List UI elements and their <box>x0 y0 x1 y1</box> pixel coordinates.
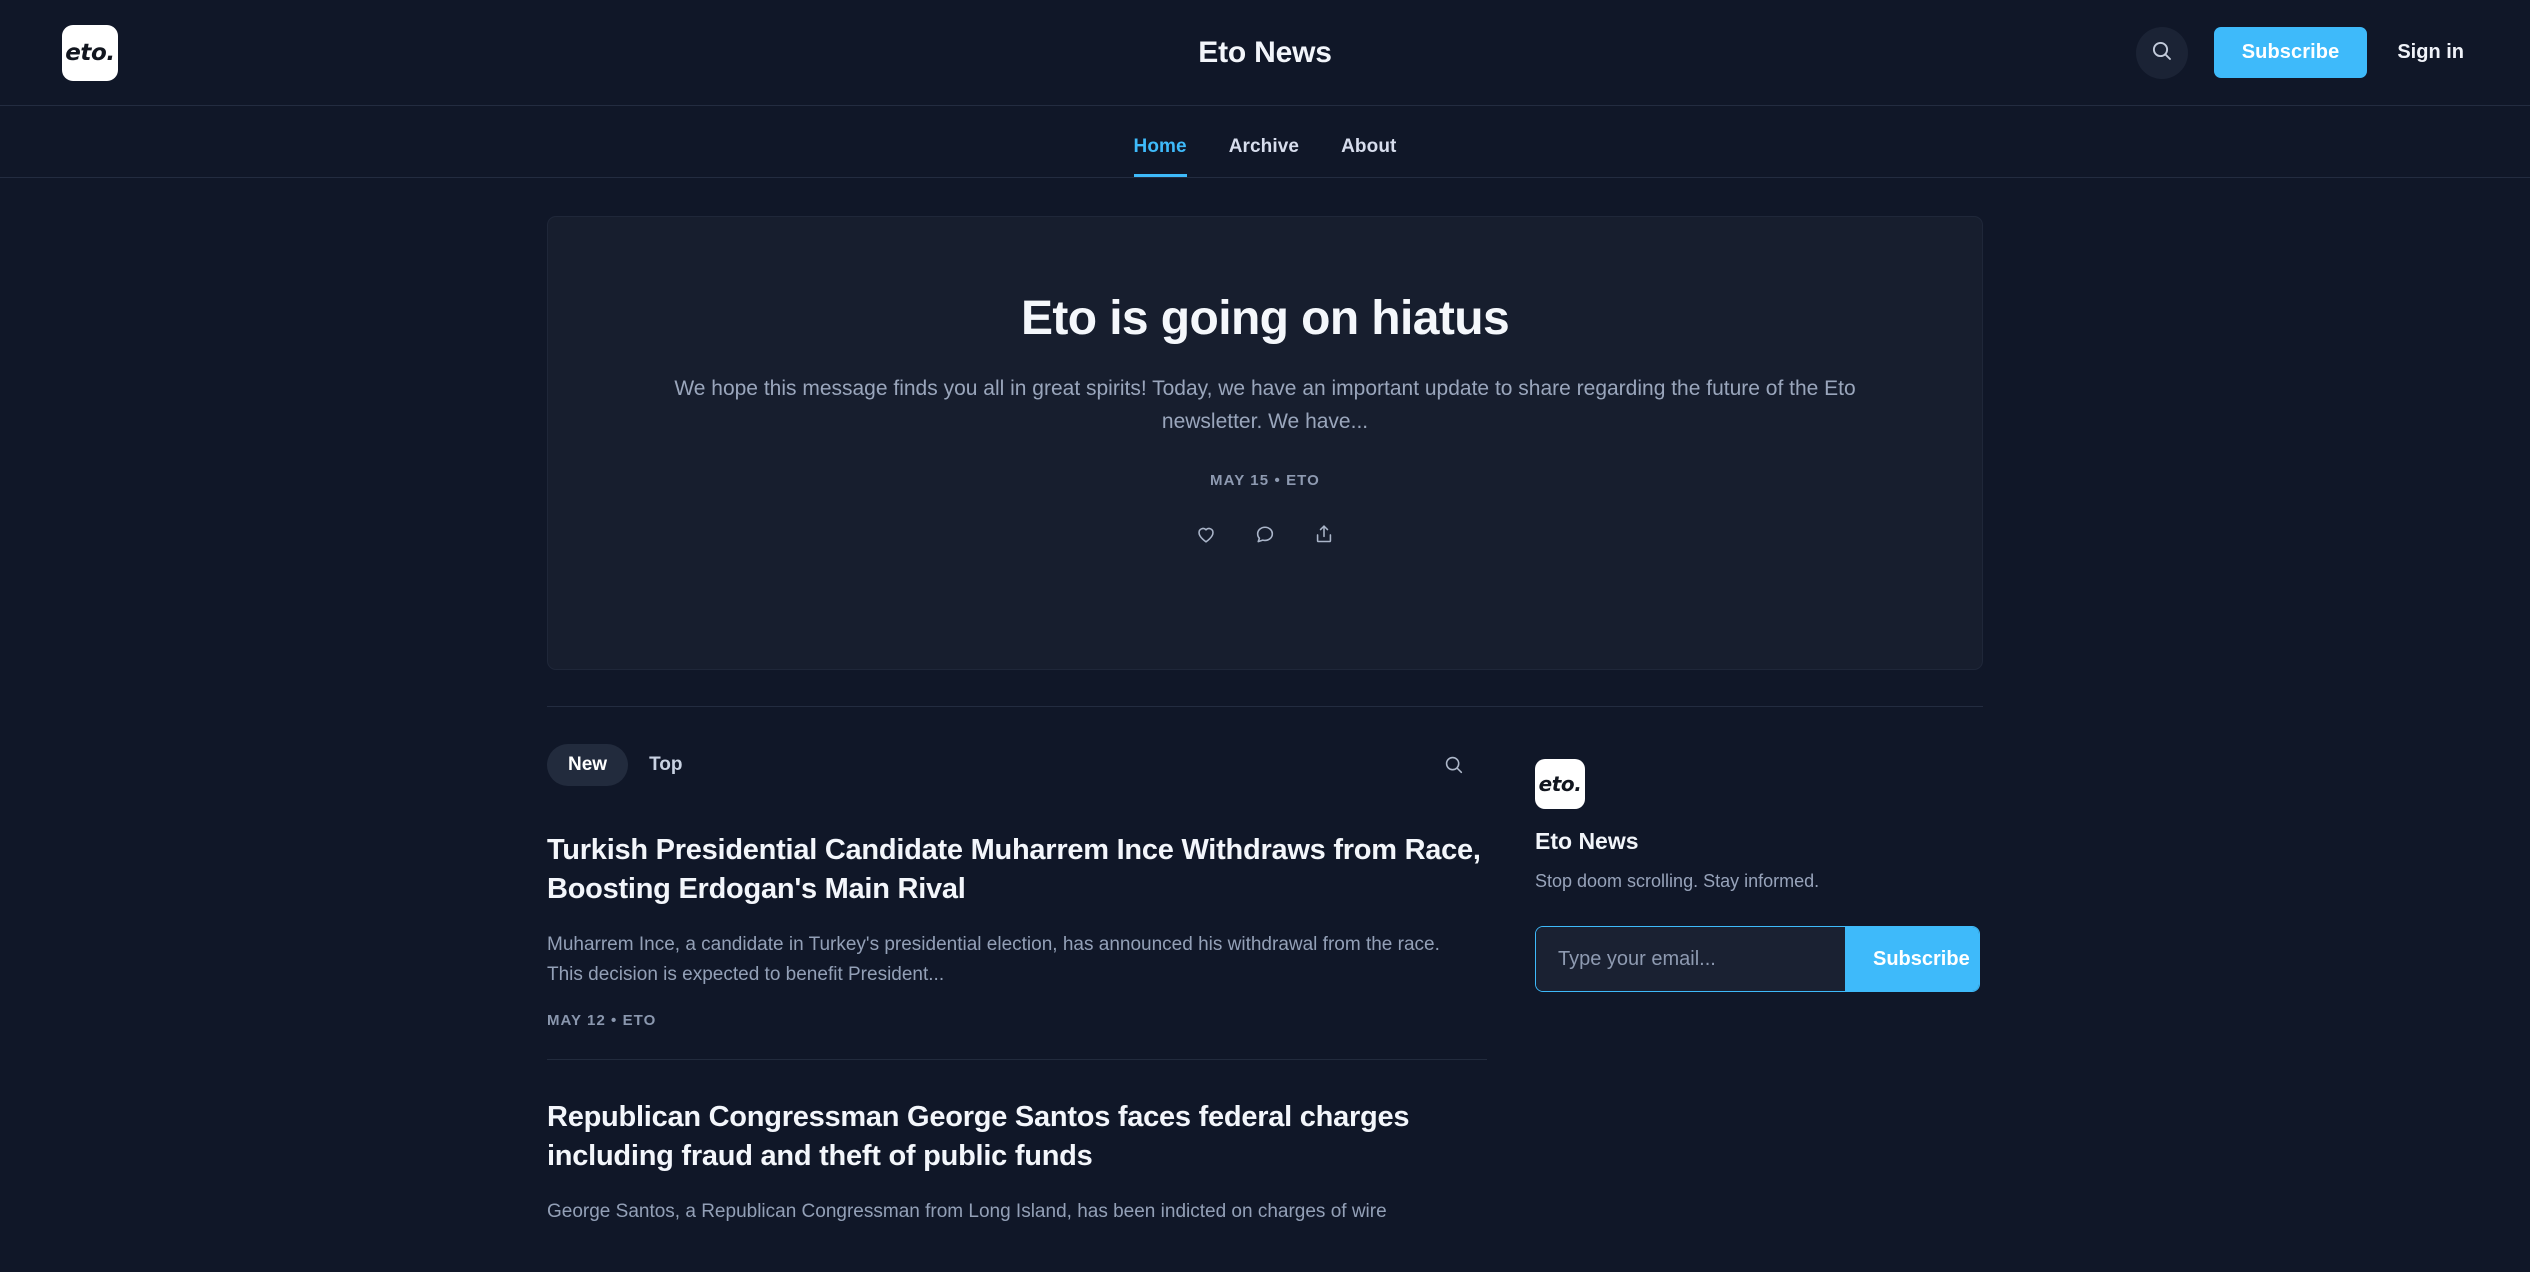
subscribe-form: Subscribe <box>1535 926 1980 992</box>
sidebar-logo[interactable]: eto. <box>1535 759 1585 809</box>
content-columns: New Top Turkish Presidential Candidate M… <box>547 707 1983 1257</box>
featured-post-card[interactable]: Eto is going on hiatus We hope this mess… <box>547 216 1983 670</box>
featured-post-description: We hope this message finds you all in gr… <box>674 376 1856 433</box>
post-title[interactable]: Republican Congressman George Santos fac… <box>547 1098 1487 1177</box>
feed-toolbar: New Top <box>547 737 1487 793</box>
sidebar-logo-text: eto. <box>1538 772 1582 796</box>
comment-icon[interactable] <box>1250 519 1280 549</box>
post-meta: MAY 12 • ETO <box>547 1011 657 1029</box>
share-icon[interactable] <box>1309 519 1339 549</box>
site-header: eto. Eto News Subscribe Sign in <box>0 0 2530 106</box>
nav-item-home[interactable]: Home <box>1133 136 1187 177</box>
post-feed: New Top Turkish Presidential Candidate M… <box>547 737 1487 1257</box>
sign-in-button[interactable]: Sign in <box>2393 35 2468 70</box>
primary-nav: Home Archive About <box>0 106 2530 178</box>
site-logo-text: eto. <box>65 39 115 66</box>
header-subscribe-button[interactable]: Subscribe <box>2213 27 2368 78</box>
site-logo[interactable]: eto. <box>62 24 118 81</box>
post-description: George Santos, a Republican Congressman … <box>547 1200 1387 1222</box>
sidebar-tagline: Stop doom scrolling. Stay informed. <box>1535 871 1820 891</box>
sidebar-publication-name: Eto News <box>1535 828 1639 854</box>
search-icon <box>2150 39 2174 66</box>
page-content: Eto is going on hiatus We hope this mess… <box>547 178 1983 1257</box>
post-description: Muharrem Ince, a candidate in Turkey's p… <box>547 933 1440 985</box>
feed-search-icon[interactable] <box>1437 748 1471 782</box>
sidebar: eto. Eto News Stop doom scrolling. Stay … <box>1535 737 1983 1257</box>
header-actions: Subscribe Sign in <box>2135 26 2468 79</box>
featured-post-meta: MAY 15 • ETO <box>1210 471 1320 489</box>
post-list-item[interactable]: Republican Congressman George Santos fac… <box>547 1058 1487 1257</box>
tab-top[interactable]: Top <box>628 744 703 786</box>
nav-item-about[interactable]: About <box>1341 136 1396 177</box>
nav-item-archive[interactable]: Archive <box>1229 136 1299 177</box>
tab-new[interactable]: New <box>547 744 629 786</box>
featured-post-actions <box>608 519 1922 549</box>
email-input[interactable] <box>1536 927 1845 991</box>
post-title[interactable]: Turkish Presidential Candidate Muharrem … <box>547 831 1487 910</box>
search-button[interactable] <box>2135 26 2188 79</box>
featured-post-title: Eto is going on hiatus <box>1020 292 1510 345</box>
heart-icon[interactable] <box>1191 519 1221 549</box>
post-list-item[interactable]: Turkish Presidential Candidate Muharrem … <box>547 793 1487 1059</box>
sidebar-subscribe-button[interactable]: Subscribe <box>1845 927 1979 991</box>
